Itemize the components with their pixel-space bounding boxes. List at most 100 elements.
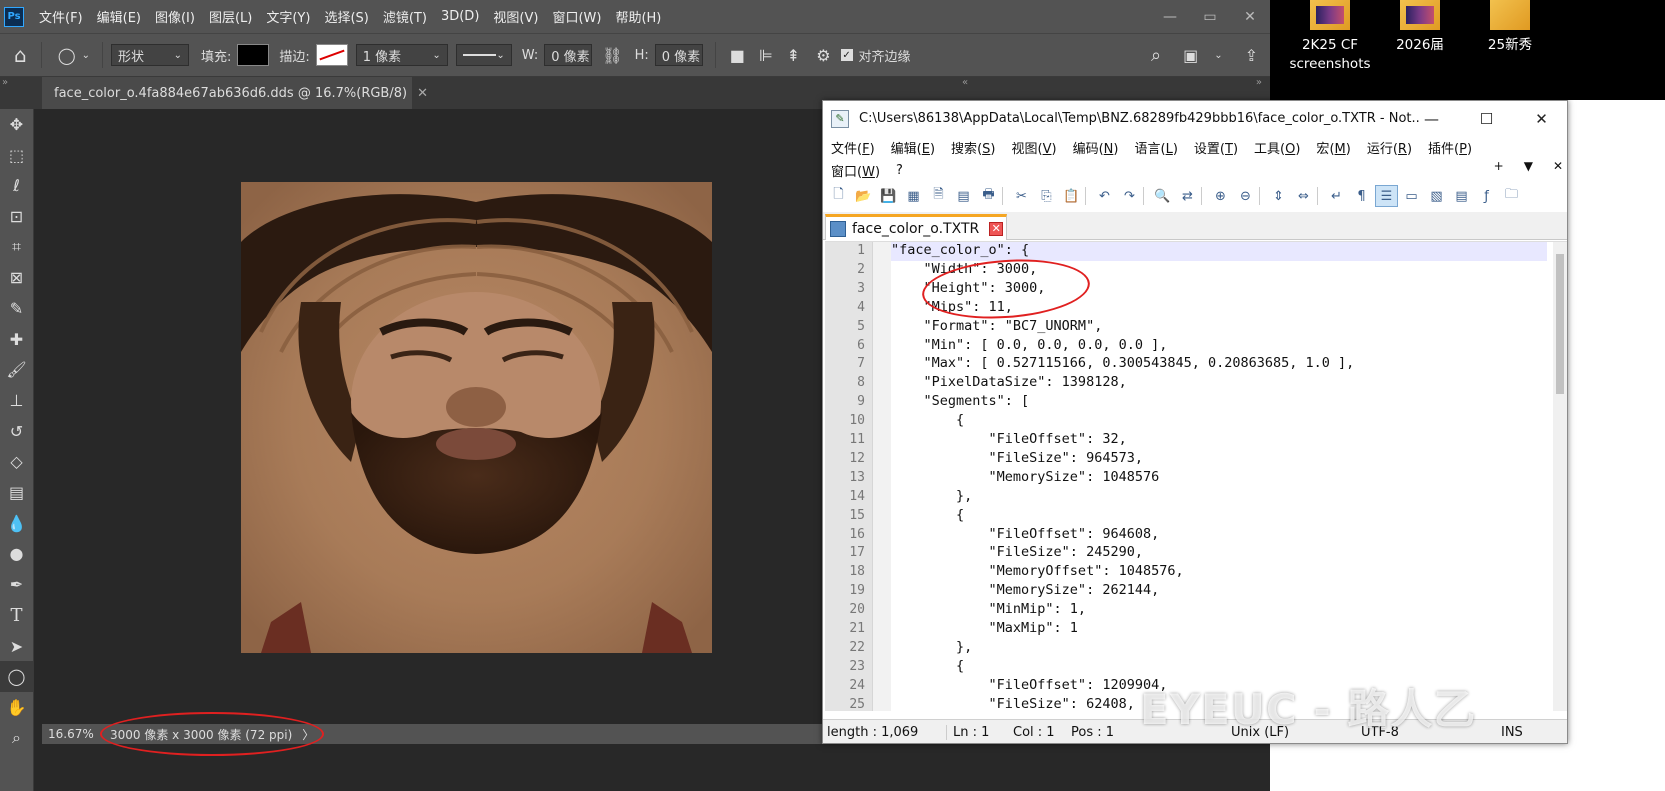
close-doc-icon[interactable]: ✕ <box>1553 159 1563 173</box>
npp-menu-r1-7[interactable]: 工具(O) <box>1254 138 1308 157</box>
npp-menu-r2-1[interactable]: ? <box>896 163 911 178</box>
minimize-icon[interactable]: — <box>1404 101 1459 136</box>
tab-list-icon[interactable]: ▼ <box>1524 159 1533 173</box>
open-file-icon[interactable]: 📂 <box>852 185 875 207</box>
zoom-out-icon[interactable]: ⊖ <box>1234 185 1257 207</box>
stroke-width-select[interactable]: 1 像素 ⌄ <box>355 44 448 66</box>
frame-icon[interactable]: ⊠ <box>0 262 33 293</box>
path-operations-icon[interactable]: ■ <box>730 46 745 65</box>
ps-menu-file[interactable]: 文件(F) <box>32 7 90 26</box>
workspace-icon[interactable]: ▣ <box>1183 46 1198 65</box>
replace-icon[interactable]: ⇄ <box>1176 185 1199 207</box>
sync-vertical-icon[interactable]: ⇕ <box>1267 185 1290 207</box>
link-icon[interactable]: ⛓ <box>602 46 622 65</box>
search-icon[interactable]: ⌕ <box>1151 45 1161 66</box>
npp-menu-r1-5[interactable]: 语言(L) <box>1134 138 1185 157</box>
ps-menu-view[interactable]: 视图(V) <box>486 7 545 26</box>
pen-icon[interactable]: ✒ <box>0 569 33 600</box>
collapse-arrows-icon[interactable]: « <box>962 77 968 88</box>
lasso-icon[interactable]: ℓ <box>0 170 33 201</box>
healing-brush-icon[interactable]: ✚ <box>0 324 33 355</box>
word-wrap-icon[interactable]: ↵ <box>1325 185 1348 207</box>
find-icon[interactable]: 🔍 <box>1151 185 1174 207</box>
cut-icon[interactable]: ✂ <box>1010 185 1033 207</box>
npp-menu-r1-0[interactable]: 文件(F) <box>831 138 883 157</box>
crop-icon[interactable]: ⌗ <box>0 232 33 263</box>
move-icon[interactable]: ✥ <box>0 109 33 140</box>
home-icon[interactable]: ⌂ <box>14 43 27 67</box>
collapse-arrows-icon[interactable]: » <box>2 77 8 88</box>
paste-icon[interactable]: 📋 <box>1060 185 1083 207</box>
brush-icon[interactable]: 🖌 <box>0 355 33 386</box>
npp-menu-r1-6[interactable]: 设置(T) <box>1194 138 1246 157</box>
scrollbar-thumb[interactable] <box>1556 254 1564 394</box>
gradient-icon[interactable]: ▤ <box>0 477 33 508</box>
undo-icon[interactable]: ↶ <box>1093 185 1116 207</box>
close-tab-icon[interactable]: ✕ <box>417 86 428 101</box>
restore-icon[interactable]: ▭ <box>1190 0 1230 33</box>
save-all-icon[interactable]: ▦ <box>902 185 925 207</box>
stroke-swatch[interactable] <box>315 44 348 66</box>
stamp-icon[interactable]: ⊥ <box>0 385 33 416</box>
type-icon[interactable]: T <box>0 600 33 631</box>
ps-menu-edit[interactable]: 编辑(E) <box>90 7 148 26</box>
path-select-icon[interactable]: ➤ <box>0 631 33 662</box>
indent-guide-icon[interactable]: ☰ <box>1375 185 1398 207</box>
eraser-icon[interactable]: ◇ <box>0 447 33 478</box>
ps-menu-filter[interactable]: 滤镜(T) <box>376 7 434 26</box>
desktop-icon-2026[interactable]: 2026届 <box>1376 0 1464 55</box>
npp-editor[interactable]: 1 "face_color_o": {2 "Width": 3000, 3 "Hei… <box>825 241 1567 711</box>
marquee-icon[interactable]: ⬚ <box>0 140 33 171</box>
align-edges-checkbox[interactable]: ✓ <box>840 49 853 61</box>
close-icon[interactable]: ✕ <box>1514 101 1567 136</box>
blur-icon[interactable]: 💧 <box>0 508 33 539</box>
stroke-type-select[interactable]: ⌄ <box>455 44 512 66</box>
maximize-icon[interactable]: ☐ <box>1459 101 1514 136</box>
expand-arrows-icon[interactable]: » <box>1256 77 1262 88</box>
dodge-icon[interactable]: ● <box>0 539 33 570</box>
show-all-chars-icon[interactable]: ¶ <box>1350 185 1373 207</box>
minimize-icon[interactable]: — <box>1150 0 1190 33</box>
new-file-icon[interactable]: 🗋 <box>827 185 850 207</box>
gear-icon[interactable]: ⚙ <box>816 46 830 65</box>
function-list-icon[interactable]: ƒ <box>1475 185 1498 207</box>
folder-workspace-icon[interactable]: 🗀 <box>1500 185 1523 207</box>
document-tab[interactable]: face_color_o.4fa884e67ab636d6.dds @ 16.7… <box>42 77 428 109</box>
desktop-icon-2k25[interactable]: 2K25 CF screenshots <box>1286 0 1374 74</box>
vertical-scrollbar[interactable] <box>1553 242 1567 711</box>
npp-menu-r1-4[interactable]: 编码(N) <box>1073 138 1127 157</box>
ps-menu-layer[interactable]: 图层(L) <box>202 7 259 26</box>
ps-menu-window[interactable]: 窗口(W) <box>545 7 608 26</box>
eyedropper-icon[interactable]: ✎ <box>0 293 33 324</box>
ps-menu-3d[interactable]: 3D(D) <box>434 9 486 24</box>
sync-horizontal-icon[interactable]: ⇔ <box>1292 185 1315 207</box>
zoom-icon[interactable]: ⌕ <box>0 723 33 754</box>
npp-menu-r1-9[interactable]: 运行(R) <box>1367 138 1420 157</box>
close-file-icon[interactable]: 🗎 <box>927 185 950 207</box>
history-brush-icon[interactable]: ↺ <box>0 416 33 447</box>
close-all-icon[interactable]: ▤ <box>952 185 975 207</box>
zoom-level[interactable]: 16.67% <box>48 727 106 741</box>
npp-menu-r2-0[interactable]: 窗口(W) <box>831 161 888 180</box>
redo-icon[interactable]: ↷ <box>1118 185 1141 207</box>
ps-menu-image[interactable]: 图像(I) <box>148 7 202 26</box>
tab-face-color[interactable]: face_color_o.TXTR ✕ <box>825 214 1007 240</box>
path-arrangement-icon[interactable]: ⇞ <box>787 46 800 65</box>
ps-menu-type[interactable]: 文字(Y) <box>259 7 317 26</box>
npp-menu-r1-8[interactable]: 宏(M) <box>1316 138 1358 157</box>
close-tab-icon[interactable]: ✕ <box>989 221 1004 236</box>
chevron-down-icon[interactable]: ⌄ <box>1214 50 1222 61</box>
udl-icon[interactable]: ▭ <box>1400 185 1423 207</box>
object-select-icon[interactable]: ⊡ <box>0 201 33 232</box>
desktop-icon-rookies[interactable]: 25新秀 <box>1466 0 1554 55</box>
save-icon[interactable]: 💾 <box>877 185 900 207</box>
fill-swatch[interactable] <box>237 44 270 66</box>
width-input[interactable]: 0 像素 <box>544 44 593 66</box>
ps-menu-help[interactable]: 帮助(H) <box>608 7 668 26</box>
npp-menu-r1-3[interactable]: 视图(V) <box>1011 138 1064 157</box>
new-tab-icon[interactable]: + <box>1494 159 1504 173</box>
ps-menu-select[interactable]: 选择(S) <box>317 7 375 26</box>
npp-menu-r1-2[interactable]: 搜索(S) <box>951 138 1003 157</box>
npp-menu-r1-1[interactable]: 编辑(E) <box>891 138 943 157</box>
close-icon[interactable]: ✕ <box>1230 0 1270 33</box>
